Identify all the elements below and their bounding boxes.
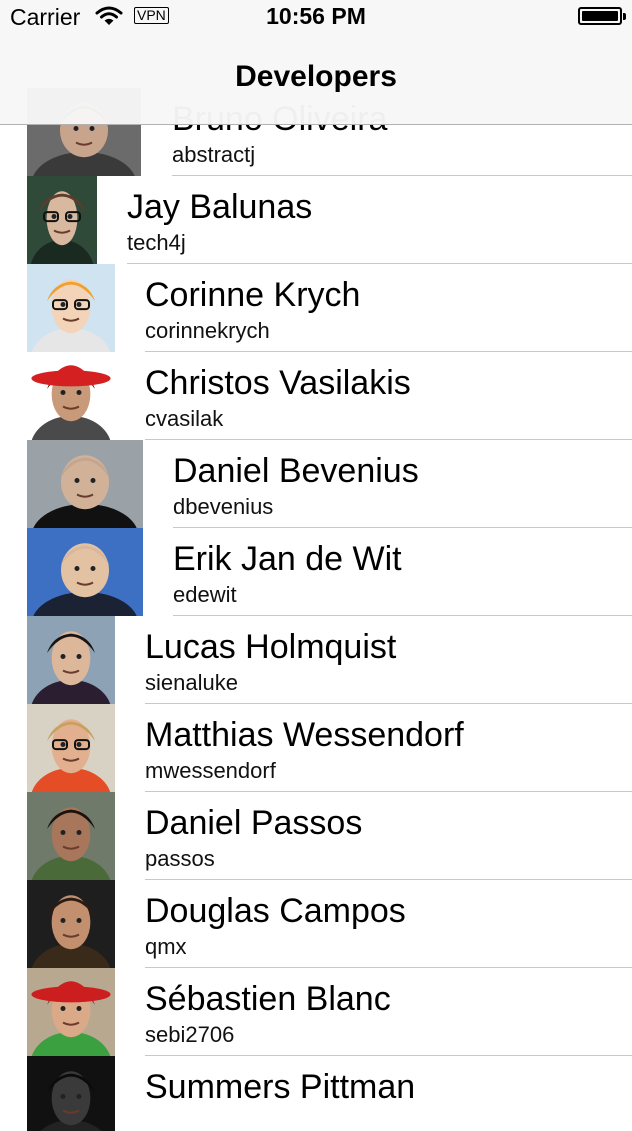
developer-text: Matthias Wessendorf mwessendorf bbox=[145, 704, 632, 792]
developer-name: Jay Balunas bbox=[127, 188, 313, 226]
developer-text: Erik Jan de Wit edewit bbox=[173, 528, 632, 616]
developer-text: Corinne Krych corinnekrych bbox=[145, 264, 632, 352]
developer-username: qmx bbox=[145, 934, 187, 959]
developers-list[interactable]: Bruno OliveiraabstractjJay Balunastech4j… bbox=[0, 88, 632, 1131]
developer-row[interactable]: Jay Balunas tech4j bbox=[0, 176, 632, 264]
developer-row[interactable]: Sébastien Blanc sebi2706 bbox=[0, 968, 632, 1056]
avatar bbox=[27, 792, 115, 880]
avatar bbox=[27, 616, 115, 704]
avatar bbox=[27, 264, 115, 352]
developer-username: sienaluke bbox=[145, 670, 238, 695]
developer-username: mwessendorf bbox=[145, 758, 276, 783]
developer-text: Jay Balunas tech4j bbox=[127, 176, 632, 264]
developer-username: edewit bbox=[173, 582, 237, 607]
avatar bbox=[27, 352, 115, 440]
avatar bbox=[27, 968, 115, 1056]
developer-name: Douglas Campos bbox=[145, 892, 406, 930]
developer-row[interactable]: Erik Jan de Wit edewit bbox=[0, 528, 632, 616]
developer-name: Erik Jan de Wit bbox=[173, 540, 402, 578]
developer-name: Sébastien Blanc bbox=[145, 980, 391, 1018]
developer-row[interactable]: Summers Pittman bbox=[0, 1056, 632, 1131]
developer-text: Daniel Bevenius dbevenius bbox=[173, 440, 632, 528]
developer-name: Corinne Krych bbox=[145, 276, 361, 314]
app-screen: Bruno OliveiraabstractjJay Balunastech4j… bbox=[0, 0, 632, 1131]
developer-row[interactable]: Daniel Passos passos bbox=[0, 792, 632, 880]
avatar bbox=[27, 440, 143, 528]
developer-username: dbevenius bbox=[173, 494, 274, 519]
battery-icon bbox=[578, 7, 626, 25]
developer-name: Daniel Bevenius bbox=[173, 452, 419, 490]
developer-username: passos bbox=[145, 846, 215, 871]
developer-row[interactable]: Daniel Bevenius dbevenius bbox=[0, 440, 632, 528]
avatar bbox=[27, 528, 143, 616]
avatar bbox=[27, 704, 115, 792]
developer-name: Daniel Passos bbox=[145, 804, 363, 842]
developer-username: cvasilak bbox=[145, 406, 224, 431]
developer-row[interactable]: Christos Vasilakis cvasilak bbox=[0, 352, 632, 440]
developer-text: Lucas Holmquist sienaluke bbox=[145, 616, 632, 704]
avatar bbox=[27, 880, 115, 968]
status-bar: Carrier VPN 10:56 PM bbox=[0, 0, 632, 40]
developer-name: Summers Pittman bbox=[145, 1068, 416, 1106]
page-title: Developers bbox=[235, 60, 397, 93]
developer-row[interactable]: Douglas Campos qmx bbox=[0, 880, 632, 968]
developer-username: corinnekrych bbox=[145, 318, 270, 343]
developer-row[interactable]: Corinne Krych corinnekrych bbox=[0, 264, 632, 352]
developer-name: Lucas Holmquist bbox=[145, 628, 397, 666]
status-time: 10:56 PM bbox=[266, 3, 366, 29]
developer-text: Summers Pittman bbox=[145, 1056, 632, 1131]
developer-text: Sébastien Blanc sebi2706 bbox=[145, 968, 632, 1056]
avatar bbox=[27, 1056, 115, 1131]
battery-tip bbox=[623, 13, 626, 20]
developer-row[interactable]: Matthias Wessendorf mwessendorf bbox=[0, 704, 632, 792]
developer-text: Christos Vasilakis cvasilak bbox=[145, 352, 632, 440]
navigation-bar: Carrier VPN 10:56 PM Developers bbox=[0, 0, 632, 125]
developer-row[interactable]: Lucas Holmquist sienaluke bbox=[0, 616, 632, 704]
developer-username: sebi2706 bbox=[145, 1022, 235, 1047]
developer-name: Matthias Wessendorf bbox=[145, 716, 464, 754]
developer-username: abstractj bbox=[172, 142, 256, 167]
avatar bbox=[27, 176, 97, 264]
battery-fill bbox=[582, 11, 618, 21]
developer-text: Daniel Passos passos bbox=[145, 792, 632, 880]
developer-name: Christos Vasilakis bbox=[145, 364, 411, 402]
developer-text: Douglas Campos qmx bbox=[145, 880, 632, 968]
developer-username: tech4j bbox=[127, 230, 186, 255]
